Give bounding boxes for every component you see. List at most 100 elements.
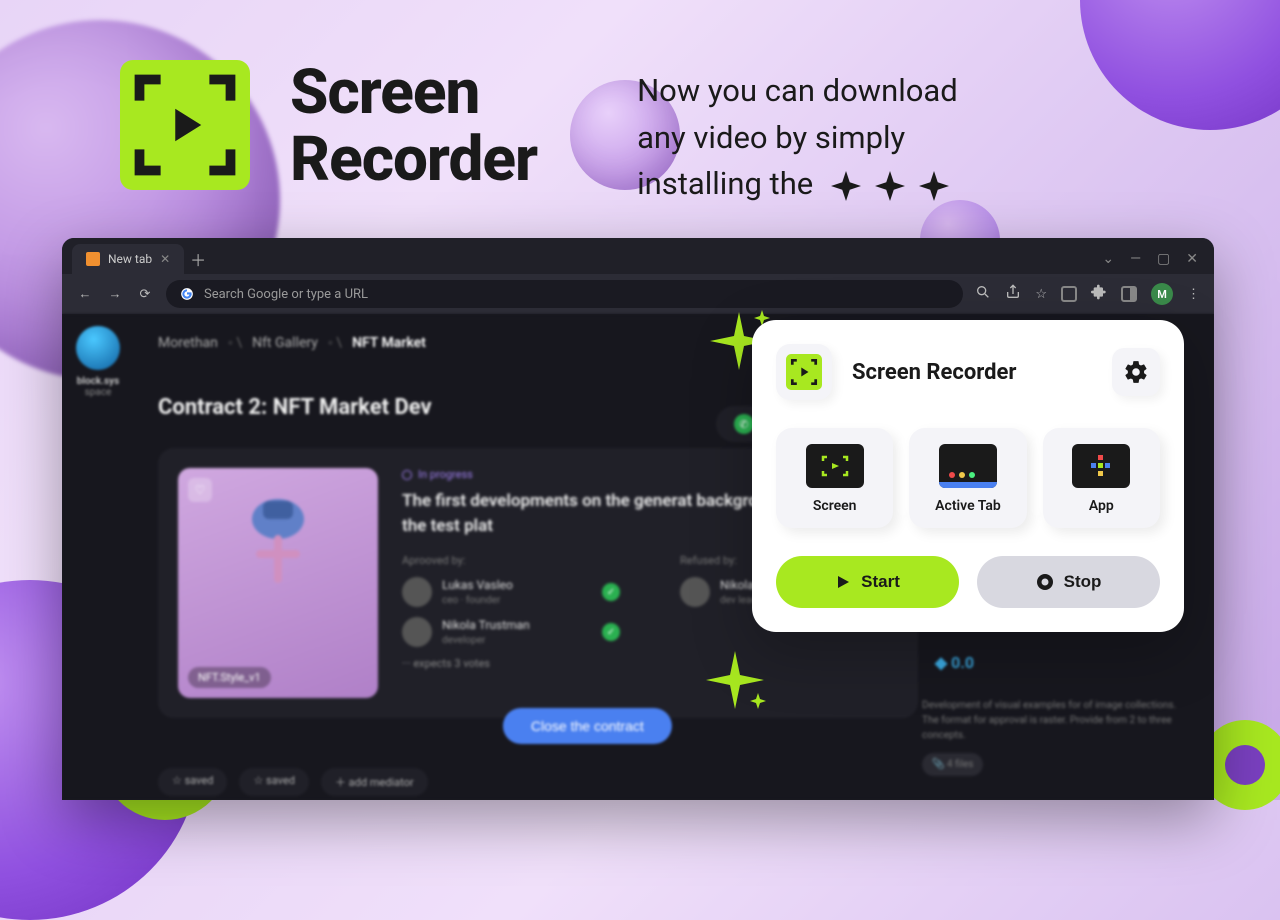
breadcrumb-item[interactable]: Nft Gallery: [252, 335, 318, 351]
record-options: Screen Active Tab App: [776, 428, 1160, 528]
popup-logo: [776, 344, 832, 400]
browser-toolbar: ← → ⟳ Search Google or type a URL ☆ M ⋮: [62, 274, 1214, 314]
option-screen[interactable]: Screen: [776, 428, 893, 528]
start-label: Start: [861, 572, 900, 592]
person-role: developer: [442, 635, 485, 646]
option-label: Active Tab: [909, 498, 1026, 514]
popup-header: Screen Recorder: [776, 344, 1160, 400]
tag-pills: ☆ saved ☆ saved ＋ add mediator: [158, 768, 428, 796]
browser-tab[interactable]: New tab ✕: [72, 244, 184, 274]
new-tab-button[interactable]: ＋: [184, 244, 212, 274]
files-badge[interactable]: 📎 4 files: [922, 753, 983, 776]
reload-icon[interactable]: ⟳: [136, 287, 154, 302]
panel-icon[interactable]: [1061, 286, 1077, 302]
gear-icon: [1123, 359, 1149, 385]
minimize-icon[interactable]: ―: [1130, 251, 1141, 267]
more-icon[interactable]: ⋮: [1187, 287, 1200, 302]
tab-label: New tab: [108, 252, 152, 266]
side-note-card: Development of visual examples for of im…: [922, 698, 1182, 776]
person-role: ceo · founder: [442, 595, 500, 606]
tab-close-icon[interactable]: ✕: [160, 252, 170, 266]
chevron-right-icon: ◦ \: [328, 334, 342, 351]
phone-icon: ✆: [734, 414, 754, 434]
pill-add-mediator[interactable]: ＋ add mediator: [321, 768, 428, 796]
nft-label: NFT.Style_v1: [188, 667, 271, 688]
google-icon: [180, 287, 194, 301]
option-label: Screen: [776, 498, 893, 514]
chevron-down-icon[interactable]: ⌄: [1102, 251, 1114, 267]
hero-tagline-line: installing the: [637, 161, 958, 208]
person-name: Lukas Vasleo: [442, 578, 513, 592]
workspace-name: block.sys: [76, 376, 120, 387]
eth-price: ◆ 0.0: [935, 653, 974, 672]
avatar-icon: [680, 577, 710, 607]
workspace-sub: space: [76, 387, 120, 398]
screen-recorder-icon: [786, 354, 822, 390]
extension-popup: Screen Recorder Screen Active Tab: [752, 320, 1184, 632]
hero: Screen Recorder Now you can download any…: [0, 0, 1280, 208]
approved-label: Aprooved by:: [402, 554, 620, 567]
option-active-tab[interactable]: Active Tab: [909, 428, 1026, 528]
approver[interactable]: Lukas Vasleo ceo · founder ✓: [402, 577, 620, 607]
option-label: App: [1043, 498, 1160, 514]
avatar-icon: [402, 577, 432, 607]
approver[interactable]: Nikola Trustman developer ✓: [402, 617, 620, 647]
breadcrumb-item[interactable]: Morethan: [158, 335, 218, 351]
share-icon[interactable]: [1005, 284, 1021, 304]
chevron-right-icon: ◦ \: [228, 334, 242, 351]
screen-icon: [806, 444, 864, 488]
star-icon[interactable]: ☆: [1035, 287, 1047, 302]
pill-saved[interactable]: ☆ saved: [239, 768, 308, 796]
sparkle-icon: [700, 645, 770, 719]
avatar-icon: [402, 617, 432, 647]
toolbar-actions: ☆ M ⋮: [975, 283, 1200, 305]
sparkle-icons: [831, 171, 949, 201]
stop-label: Stop: [1064, 572, 1102, 592]
hero-title-line2: Recorder: [290, 127, 537, 194]
hero-tagline-line: any video by simply: [637, 115, 958, 162]
tab-favicon-icon: [86, 252, 100, 266]
hero-logo: [120, 60, 250, 190]
popup-title: Screen Recorder: [852, 360, 1092, 385]
hero-title: Screen Recorder: [290, 60, 537, 194]
window-controls: ⌄ ― ▢ ✕: [1102, 244, 1214, 274]
expects-label: ··· expects 3 votes: [402, 657, 620, 670]
close-icon[interactable]: ✕: [1186, 251, 1198, 267]
app-icon: [1072, 444, 1130, 488]
hero-title-line1: Screen: [290, 60, 537, 127]
breadcrumb-item[interactable]: NFT Market: [352, 335, 426, 351]
back-icon[interactable]: ←: [76, 286, 94, 302]
url-placeholder: Search Google or type a URL: [204, 287, 368, 302]
check-icon: ✓: [602, 623, 620, 641]
browser-tabbar: New tab ✕ ＋ ⌄ ― ▢ ✕: [62, 238, 1214, 274]
hero-tagline-text: installing the: [637, 165, 813, 202]
nft-figure-icon: [233, 489, 323, 609]
person-name: Nikola Trustman: [442, 618, 530, 632]
profile-avatar[interactable]: M: [1151, 283, 1173, 305]
extensions-icon[interactable]: [1091, 284, 1107, 304]
stop-button[interactable]: Stop: [977, 556, 1160, 608]
side-note-body: Development of visual examples for of im…: [922, 698, 1182, 743]
option-app[interactable]: App: [1043, 428, 1160, 528]
play-icon: [835, 574, 851, 590]
close-contract-button[interactable]: Close the contract: [503, 708, 672, 744]
check-icon: ✓: [602, 583, 620, 601]
url-bar[interactable]: Search Google or type a URL: [166, 280, 963, 308]
maximize-icon[interactable]: ▢: [1157, 251, 1170, 267]
screen-recorder-icon: [120, 60, 250, 190]
active-tab-icon: [939, 444, 997, 488]
side-panel-icon[interactable]: [1121, 286, 1137, 302]
start-button[interactable]: Start: [776, 556, 959, 608]
workspace-icon: [76, 326, 120, 370]
settings-button[interactable]: [1112, 348, 1160, 396]
nft-preview[interactable]: NFT.Style_v1 ♡: [178, 468, 378, 698]
status-badge: In progress: [402, 468, 473, 481]
heart-icon[interactable]: ♡: [188, 478, 212, 502]
stop-icon: [1036, 573, 1054, 591]
workspace-badge[interactable]: block.sys space: [76, 326, 120, 398]
search-icon[interactable]: [975, 284, 991, 304]
forward-icon[interactable]: →: [106, 286, 124, 302]
pill-saved[interactable]: ☆ saved: [158, 768, 227, 796]
popup-actions: Start Stop: [776, 556, 1160, 608]
hero-tagline: Now you can download any video by simply…: [637, 60, 958, 208]
